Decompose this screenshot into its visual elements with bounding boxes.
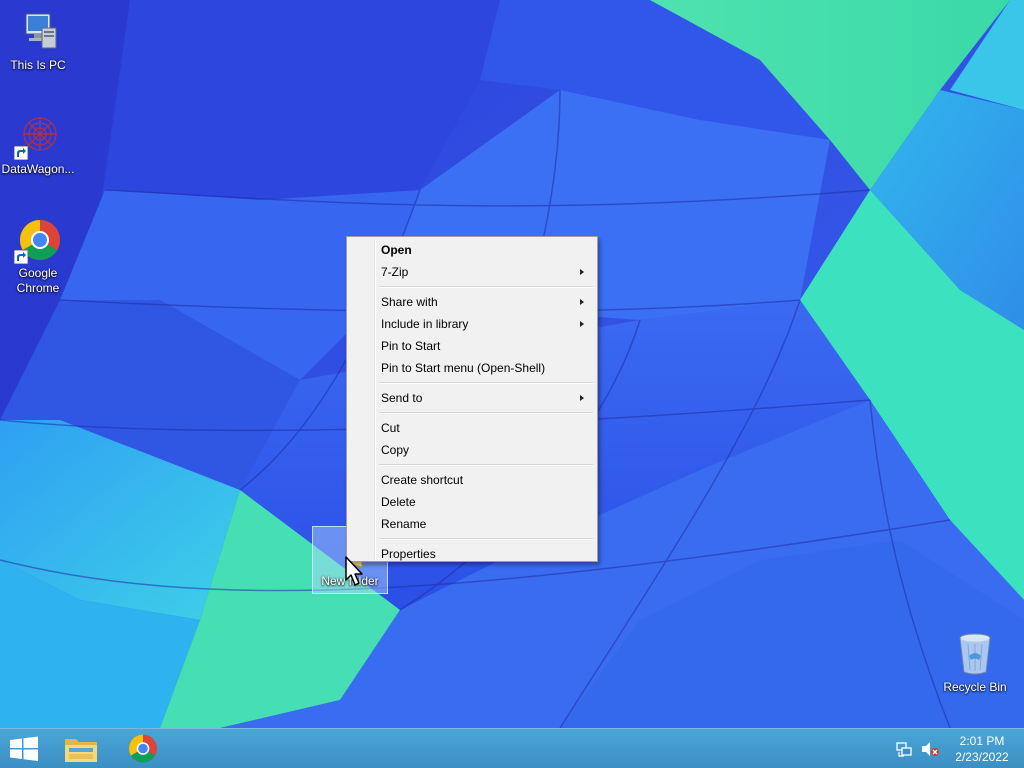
desktop-icon-datawagon[interactable]: DataWagon... — [0, 112, 76, 177]
desktop-icon-label: Google Chrome — [16, 266, 60, 295]
desktop-icon-label: DataWagon... — [1, 162, 75, 176]
menu-item-include-in-library[interactable]: Include in library — [349, 313, 595, 335]
recycle-bin-icon — [951, 630, 999, 678]
mouse-cursor-icon — [345, 556, 363, 586]
menu-separator — [379, 464, 593, 466]
menu-separator — [379, 412, 593, 414]
menu-item-properties[interactable]: Properties — [349, 543, 595, 565]
taskbar-clock[interactable]: 2:01 PM 2/23/2022 — [948, 733, 1016, 765]
menu-item-share-with[interactable]: Share with — [349, 291, 595, 313]
submenu-arrow-icon — [580, 299, 584, 305]
desktop-icon-label: Recycle Bin — [943, 680, 1007, 694]
taskbar-file-explorer-button[interactable] — [56, 729, 106, 768]
chrome-icon — [14, 216, 62, 264]
network-icon[interactable] — [896, 740, 914, 758]
taskbar-chrome-button[interactable] — [118, 729, 168, 768]
datawagon-icon — [14, 112, 62, 160]
desktop-icon-this-pc[interactable]: This Is PC — [0, 8, 76, 73]
menu-item-delete[interactable]: Delete — [349, 491, 595, 513]
desktop-icon-google-chrome[interactable]: Google Chrome — [0, 216, 76, 296]
menu-separator — [379, 286, 593, 288]
menu-item-pin-to-start[interactable]: Pin to Start — [349, 335, 595, 357]
shortcut-arrow-icon — [14, 250, 28, 264]
windows-logo-icon — [10, 736, 38, 761]
menu-item-pin-to-start-menu[interactable]: Pin to Start menu (Open-Shell) — [349, 357, 595, 379]
menu-item-label: Share with — [381, 295, 438, 309]
chrome-icon — [129, 734, 157, 763]
clock-date: 2/23/2022 — [955, 750, 1009, 764]
menu-separator — [379, 538, 593, 540]
start-button[interactable] — [0, 729, 48, 768]
submenu-arrow-icon — [580, 395, 584, 401]
context-menu[interactable]: Open 7-Zip Share with Include in library… — [346, 236, 598, 562]
menu-item-copy[interactable]: Copy — [349, 439, 595, 461]
taskbar[interactable]: 2:01 PM 2/23/2022 — [0, 728, 1024, 768]
computer-icon — [14, 8, 62, 56]
menu-item-label: Send to — [381, 391, 423, 405]
submenu-arrow-icon — [580, 269, 584, 275]
submenu-arrow-icon — [580, 321, 584, 327]
menu-item-create-shortcut[interactable]: Create shortcut — [349, 469, 595, 491]
desktop-icon-recycle-bin[interactable]: Recycle Bin — [937, 630, 1013, 695]
menu-item-cut[interactable]: Cut — [349, 417, 595, 439]
menu-item-send-to[interactable]: Send to — [349, 387, 595, 409]
menu-separator — [379, 382, 593, 384]
menu-item-7zip[interactable]: 7-Zip — [349, 261, 595, 283]
clock-time: 2:01 PM — [959, 734, 1005, 748]
menu-item-label: 7-Zip — [381, 265, 409, 279]
menu-item-label: Include in library — [381, 317, 469, 331]
menu-item-open[interactable]: Open — [349, 239, 595, 261]
desktop-icon-label: This Is PC — [10, 58, 66, 72]
volume-muted-icon[interactable] — [920, 740, 940, 758]
file-explorer-icon — [65, 739, 97, 762]
menu-item-rename[interactable]: Rename — [349, 513, 595, 535]
desktop[interactable]: This Is PC DataWagon... Google Chrome Ne… — [0, 0, 1024, 768]
shortcut-arrow-icon — [14, 146, 28, 160]
